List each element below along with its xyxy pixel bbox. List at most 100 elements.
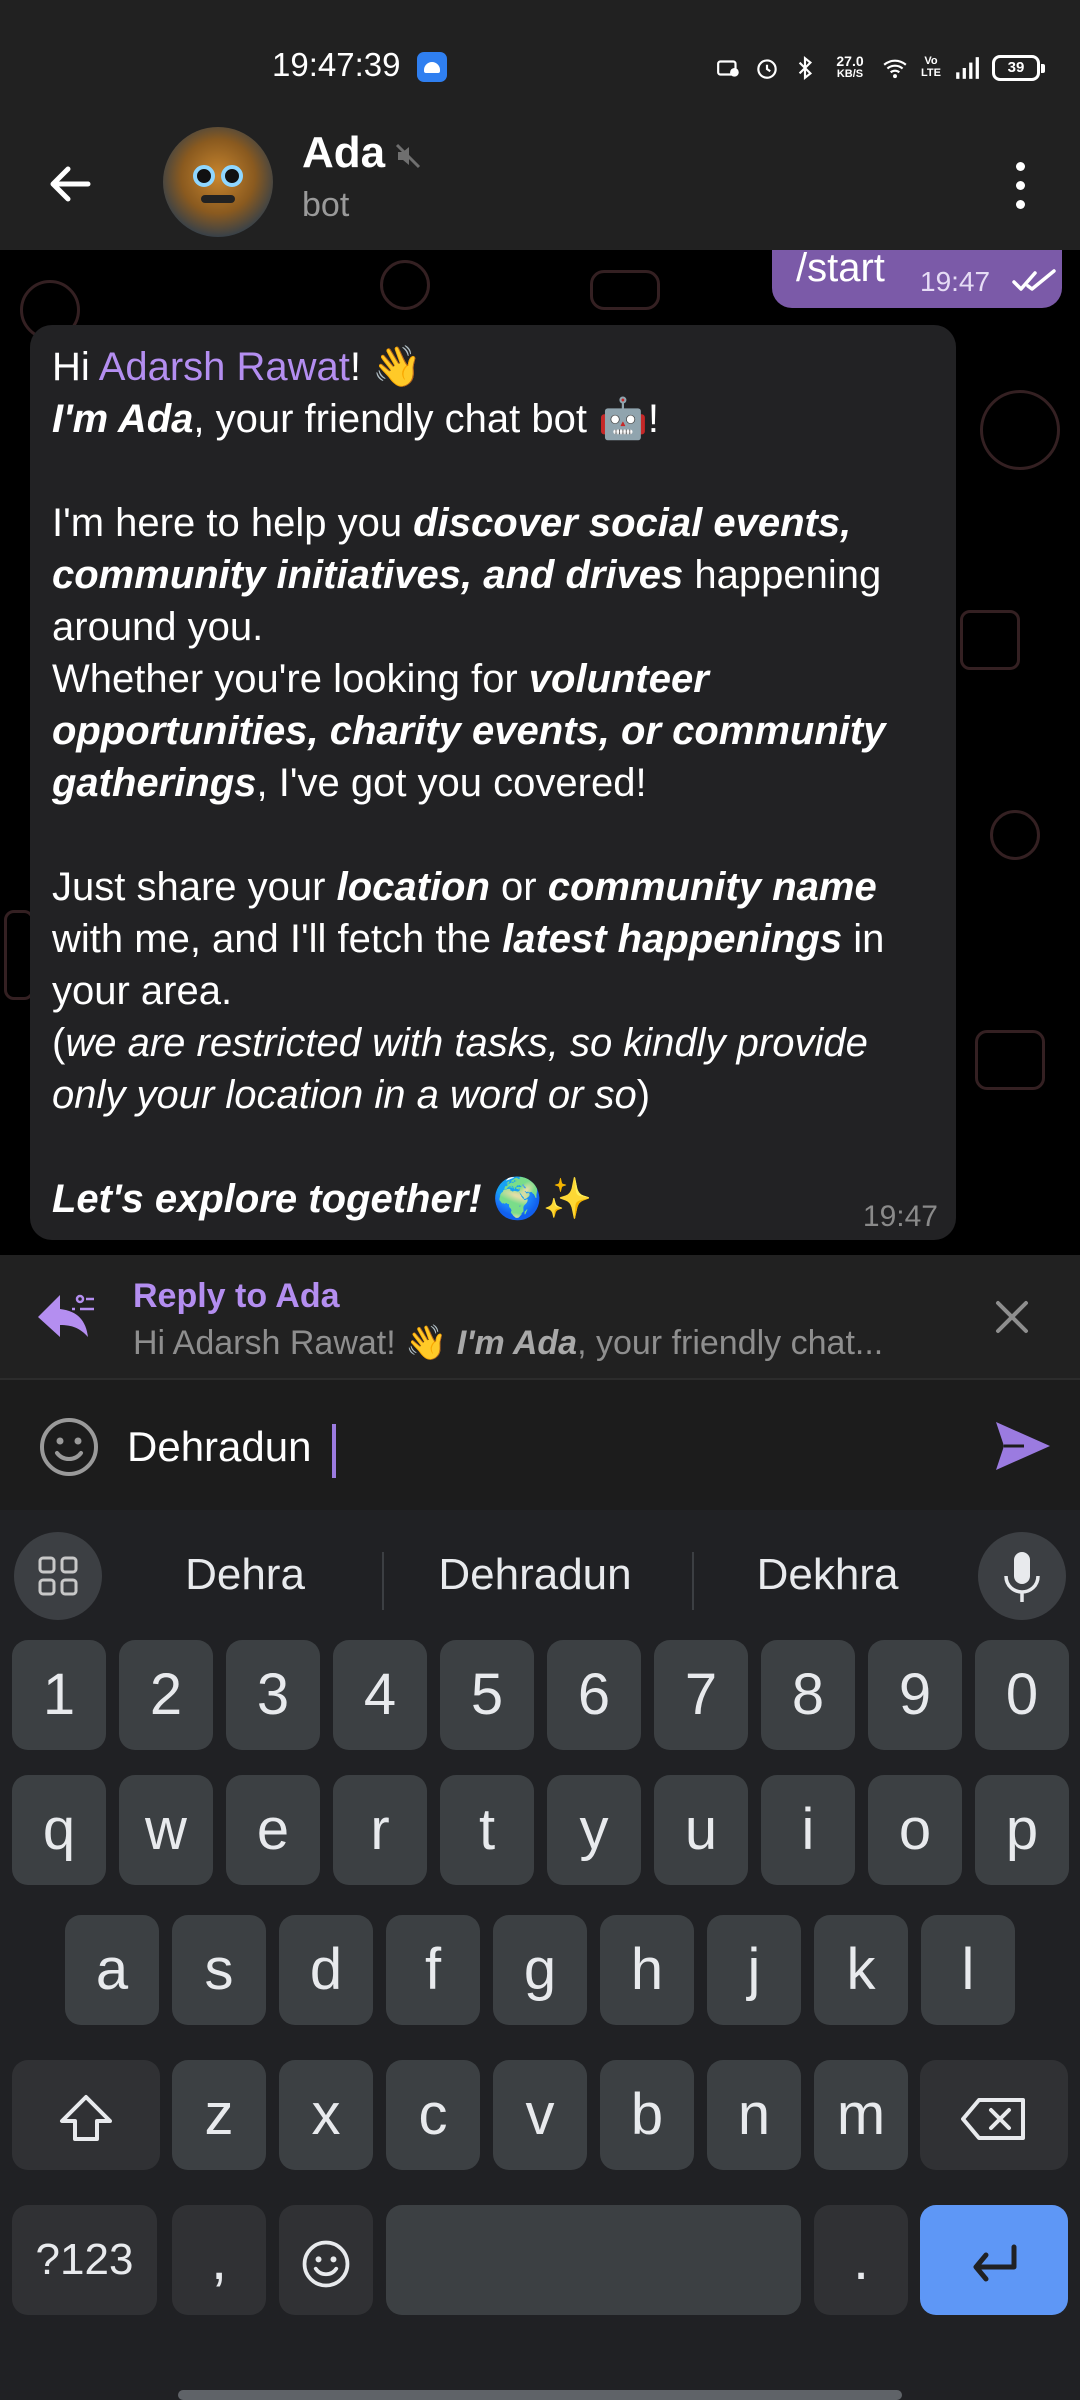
network-speed-unit: KB/S — [836, 68, 864, 80]
smiley-icon — [40, 1418, 98, 1476]
key-2[interactable]: 2 — [119, 1640, 213, 1750]
more-options-button[interactable] — [1000, 156, 1040, 216]
key-l[interactable]: l — [921, 1915, 1015, 2025]
message-text-fragment: Hi — [52, 345, 99, 389]
status-bar: 19:47:39 27.0 KB/S Vo LTE 39 — [0, 0, 1080, 120]
send-icon — [996, 1422, 1050, 1470]
message-input[interactable] — [127, 1416, 947, 1478]
key-e[interactable]: e — [226, 1775, 320, 1885]
key-q[interactable]: q — [12, 1775, 106, 1885]
reply-preview-bar[interactable]: Reply to Ada Hi Adarsh Rawat! 👋 I'm Ada,… — [0, 1255, 1080, 1378]
suggestion-3[interactable]: Dekhra — [720, 1550, 935, 1600]
key-b[interactable]: b — [600, 2060, 694, 2170]
chat-title[interactable]: Ada — [302, 128, 385, 178]
data-saver-icon — [716, 55, 742, 81]
space-bar[interactable] — [386, 2205, 801, 2315]
message-text-fragment: or — [489, 865, 548, 909]
shift-arrow-icon — [60, 2094, 112, 2141]
key-v[interactable]: v — [493, 2060, 587, 2170]
key-0[interactable]: 0 — [975, 1640, 1069, 1750]
key-f[interactable]: f — [386, 1915, 480, 2025]
message-text-fragment: ( — [52, 1021, 66, 1065]
message-bold-fragment: I'm Ada — [52, 397, 194, 441]
suggestion-divider — [692, 1552, 694, 1610]
key-u[interactable]: u — [654, 1775, 748, 1885]
key-r[interactable]: r — [333, 1775, 427, 1885]
key-h[interactable]: h — [600, 1915, 694, 2025]
key-m[interactable]: m — [814, 2060, 908, 2170]
key-g[interactable]: g — [493, 1915, 587, 2025]
send-button[interactable] — [994, 1418, 1052, 1474]
period-key[interactable]: . — [814, 2205, 908, 2315]
android-notification-icon — [417, 52, 447, 82]
keyboard-apps-button[interactable] — [14, 1532, 102, 1620]
message-composer — [0, 1378, 1080, 1510]
user-mention-link[interactable]: Adarsh Rawat — [99, 345, 350, 389]
enter-key[interactable] — [920, 2205, 1068, 2315]
emoji-button[interactable] — [38, 1416, 100, 1478]
muted-icon — [394, 142, 422, 170]
message-text-fragment: , I've got you covered! — [256, 761, 647, 805]
more-dot — [1016, 200, 1025, 209]
bot-avatar[interactable] — [163, 127, 273, 237]
gesture-navigation-bar[interactable] — [178, 2390, 902, 2400]
key-6[interactable]: 6 — [547, 1640, 641, 1750]
chat-history[interactable]: /start 19:47 Hi Adarsh Rawat! 👋 I'm Ada,… — [0, 250, 1080, 1255]
reply-text-fragment: , your friendly chat... — [577, 1324, 884, 1362]
key-w[interactable]: w — [119, 1775, 213, 1885]
suggestion-1[interactable]: Dehra — [135, 1550, 355, 1600]
key-z[interactable]: z — [172, 2060, 266, 2170]
close-icon — [996, 1301, 1028, 1333]
outgoing-message[interactable]: /start 19:47 — [772, 250, 1062, 308]
network-speed: 27.0 KB/S — [830, 54, 870, 81]
key-c[interactable]: c — [386, 2060, 480, 2170]
emoji-key[interactable] — [279, 2205, 373, 2315]
grid-icon — [38, 1556, 78, 1596]
robot-eye-left — [193, 165, 215, 187]
key-8[interactable]: 8 — [761, 1640, 855, 1750]
key-1[interactable]: 1 — [12, 1640, 106, 1750]
back-button[interactable] — [40, 154, 100, 214]
key-x[interactable]: x — [279, 2060, 373, 2170]
outgoing-message-text: /start — [796, 250, 885, 290]
more-dot — [1016, 162, 1025, 171]
key-y[interactable]: y — [547, 1775, 641, 1885]
key-n[interactable]: n — [707, 2060, 801, 2170]
key-a[interactable]: a — [65, 1915, 159, 2025]
backspace-key[interactable] — [920, 2060, 1068, 2170]
key-5[interactable]: 5 — [440, 1640, 534, 1750]
message-bold-fragment: community name — [547, 865, 877, 909]
key-k[interactable]: k — [814, 1915, 908, 2025]
incoming-message-time: 19:47 — [862, 1200, 938, 1233]
telegram-chat-screen: 19:47:39 27.0 KB/S Vo LTE 39 Ada bot /st… — [0, 0, 1080, 2400]
message-text-fragment: ! 👋 — [349, 345, 422, 389]
key-j[interactable]: j — [707, 1915, 801, 2025]
comma-key[interactable]: , — [172, 2205, 266, 2315]
key-d[interactable]: d — [279, 1915, 373, 2025]
key-i[interactable]: i — [761, 1775, 855, 1885]
message-bold-fragment: latest happenings — [502, 917, 843, 961]
voice-input-button[interactable] — [978, 1532, 1066, 1620]
suggestion-strip: Dehra Dehradun Dekhra — [0, 1510, 1080, 1620]
background-doodle — [960, 610, 1020, 670]
incoming-message[interactable]: Hi Adarsh Rawat! 👋 I'm Ada, your friendl… — [30, 325, 956, 1240]
reply-preview-text: Hi Adarsh Rawat! 👋 I'm Ada, your friendl… — [133, 1323, 953, 1363]
symbols-key[interactable]: ?123 — [12, 2205, 157, 2315]
key-4[interactable]: 4 — [333, 1640, 427, 1750]
background-doodle — [990, 810, 1040, 860]
key-p[interactable]: p — [975, 1775, 1069, 1885]
key-3[interactable]: 3 — [226, 1640, 320, 1750]
message-text-fragment: Whether you're looking for — [52, 657, 529, 701]
suggestion-2[interactable]: Dehradun — [420, 1550, 650, 1600]
key-7[interactable]: 7 — [654, 1640, 748, 1750]
shift-key[interactable] — [12, 2060, 160, 2170]
key-s[interactable]: s — [172, 1915, 266, 2025]
backspace-icon — [961, 2097, 1025, 2140]
chat-subtitle: bot — [302, 186, 350, 224]
cancel-reply-button[interactable] — [990, 1295, 1034, 1339]
key-o[interactable]: o — [868, 1775, 962, 1885]
key-9[interactable]: 9 — [868, 1640, 962, 1750]
microphone-icon — [1004, 1552, 1040, 1602]
key-t[interactable]: t — [440, 1775, 534, 1885]
background-doodle — [590, 270, 660, 310]
